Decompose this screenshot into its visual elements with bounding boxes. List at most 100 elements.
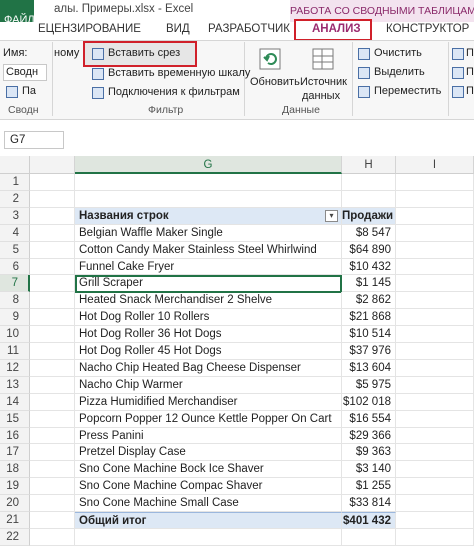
column-header-h[interactable]: H <box>342 156 396 174</box>
cell-i[interactable] <box>396 428 474 444</box>
pivot-row-label[interactable]: Hot Dog Roller 36 Hot Dogs <box>75 326 342 343</box>
pivot-value-cell[interactable] <box>342 174 396 191</box>
insert-slicer-button[interactable]: Вставить срез <box>108 47 180 59</box>
pivot-row-label[interactable]: Sno Cone Machine Bock Ice Shaver <box>75 461 342 478</box>
row-header[interactable]: 5 <box>0 242 30 259</box>
cell-f[interactable] <box>30 326 75 343</box>
cell-f[interactable] <box>30 444 75 461</box>
pivot-value-cell[interactable]: $2 862 <box>342 292 396 309</box>
pivot-row-label[interactable]: Pretzel Display Case <box>75 444 342 461</box>
pivot-value-cell[interactable]: $21 868 <box>342 309 396 326</box>
move-button[interactable]: Переместить <box>374 85 441 97</box>
cell-f[interactable] <box>30 174 75 191</box>
select-all-corner[interactable] <box>0 156 30 174</box>
cell-i[interactable] <box>396 343 474 360</box>
pivot-value-cell[interactable]: $1 145 <box>342 275 396 292</box>
tab-view[interactable]: ВИД <box>166 23 190 35</box>
cell-i[interactable] <box>396 309 474 326</box>
pivot-value-cell[interactable]: $8 547 <box>342 225 396 242</box>
pivot-value-cell[interactable]: $13 604 <box>342 360 396 377</box>
pivot-row-label[interactable]: Belgian Waffle Maker Single <box>75 225 342 242</box>
cell-i[interactable] <box>396 275 474 292</box>
cell-f[interactable] <box>30 377 75 394</box>
row-header[interactable]: 10 <box>0 326 30 343</box>
ribbon-cut-button-2[interactable]: П <box>466 66 474 78</box>
column-header-i[interactable]: I <box>396 156 474 174</box>
cell-f[interactable] <box>30 360 75 377</box>
cell-f[interactable] <box>30 275 75 292</box>
cell-f[interactable] <box>30 495 75 512</box>
cell-f[interactable] <box>30 292 75 309</box>
data-source-button-line1[interactable]: Источник <box>300 76 347 88</box>
tab-developer[interactable]: РАЗРАБОТЧИК <box>208 23 290 35</box>
name-box[interactable]: G7 <box>4 131 64 149</box>
cell-i[interactable] <box>396 478 474 495</box>
cell-f[interactable] <box>30 529 75 546</box>
cell-i[interactable] <box>396 377 474 394</box>
pivot-value-cell[interactable]: $9 363 <box>342 444 396 461</box>
pivot-value-cell[interactable]: $37 976 <box>342 343 396 360</box>
pivot-value-cell[interactable]: $29 366 <box>342 428 396 444</box>
pivot-value-cell[interactable]: $5 975 <box>342 377 396 394</box>
row-header[interactable]: 3 <box>0 208 30 225</box>
cell-i[interactable] <box>396 461 474 478</box>
row-header[interactable]: 18 <box>0 461 30 478</box>
pivot-options-button[interactable]: Па <box>22 85 36 97</box>
row-header[interactable]: 12 <box>0 360 30 377</box>
pivot-row-label[interactable]: Sno Cone Machine Small Case <box>75 495 342 512</box>
cell-i[interactable] <box>396 174 474 191</box>
pivot-value-cell[interactable] <box>342 529 396 546</box>
ribbon-cut-button-3[interactable]: П <box>466 85 474 97</box>
pivot-row-label[interactable] <box>75 191 342 208</box>
row-header[interactable]: 14 <box>0 394 30 411</box>
row-header[interactable]: 1 <box>0 174 30 191</box>
cell-i[interactable] <box>396 411 474 428</box>
pivot-row-label[interactable]: Sno Cone Machine Compac Shaver <box>75 478 342 495</box>
cell-f[interactable] <box>30 208 75 225</box>
pivot-name-field[interactable]: Сводн <box>3 64 47 81</box>
pivot-value-cell[interactable]: $10 514 <box>342 326 396 343</box>
row-header[interactable]: 2 <box>0 191 30 208</box>
pivot-values-header[interactable]: Продажи <box>342 208 396 225</box>
pivot-row-label[interactable]: Cotton Candy Maker Stainless Steel Whirl… <box>75 242 342 259</box>
cell-i[interactable] <box>396 191 474 208</box>
row-header[interactable]: 11 <box>0 343 30 360</box>
cell-i[interactable] <box>396 495 474 512</box>
tab-design[interactable]: КОНСТРУКТОР <box>386 23 469 35</box>
row-header[interactable]: 17 <box>0 444 30 461</box>
row-header[interactable]: 7 <box>0 275 30 292</box>
refresh-button[interactable]: Обновить <box>250 76 300 88</box>
row-header[interactable]: 15 <box>0 411 30 428</box>
cell-i[interactable] <box>396 512 474 529</box>
pivot-row-label[interactable]: Funnel Cake Fryer <box>75 259 342 275</box>
tab-review[interactable]: ЕЦЕНЗИРОВАНИЕ <box>38 23 141 35</box>
pivot-row-label[interactable]: Nacho Chip Warmer <box>75 377 342 394</box>
pivot-row-label[interactable]: Heated Snack Merchandiser 2 Shelve <box>75 292 342 309</box>
pivot-value-cell[interactable]: $102 018 <box>342 394 396 411</box>
cell-f[interactable] <box>30 411 75 428</box>
cell-i[interactable] <box>396 444 474 461</box>
pivot-value-cell[interactable]: $33 814 <box>342 495 396 512</box>
insert-timeline-button[interactable]: Вставить временную шкалу <box>108 67 250 79</box>
cell-f[interactable] <box>30 225 75 242</box>
row-header[interactable]: 22 <box>0 529 30 546</box>
pivot-row-label[interactable]: Hot Dog Roller 45 Hot Dogs <box>75 343 342 360</box>
cell-f[interactable] <box>30 394 75 411</box>
cell-f[interactable] <box>30 191 75 208</box>
row-header[interactable]: 20 <box>0 495 30 512</box>
cell-i[interactable] <box>396 242 474 259</box>
row-header[interactable]: 9 <box>0 309 30 326</box>
pivot-value-cell[interactable]: $1 255 <box>342 478 396 495</box>
row-header[interactable]: 6 <box>0 259 30 275</box>
cell-f[interactable] <box>30 343 75 360</box>
row-header[interactable]: 4 <box>0 225 30 242</box>
pivot-grand-total-label[interactable]: Общий итог <box>75 512 342 529</box>
cell-f[interactable] <box>30 259 75 275</box>
cell-i[interactable] <box>396 394 474 411</box>
cell-i[interactable] <box>396 529 474 546</box>
cell-i[interactable] <box>396 292 474 309</box>
select-button[interactable]: Выделить <box>374 66 425 78</box>
pivot-row-label[interactable] <box>75 529 342 546</box>
row-header[interactable]: 13 <box>0 377 30 394</box>
pivot-row-label[interactable] <box>75 174 342 191</box>
